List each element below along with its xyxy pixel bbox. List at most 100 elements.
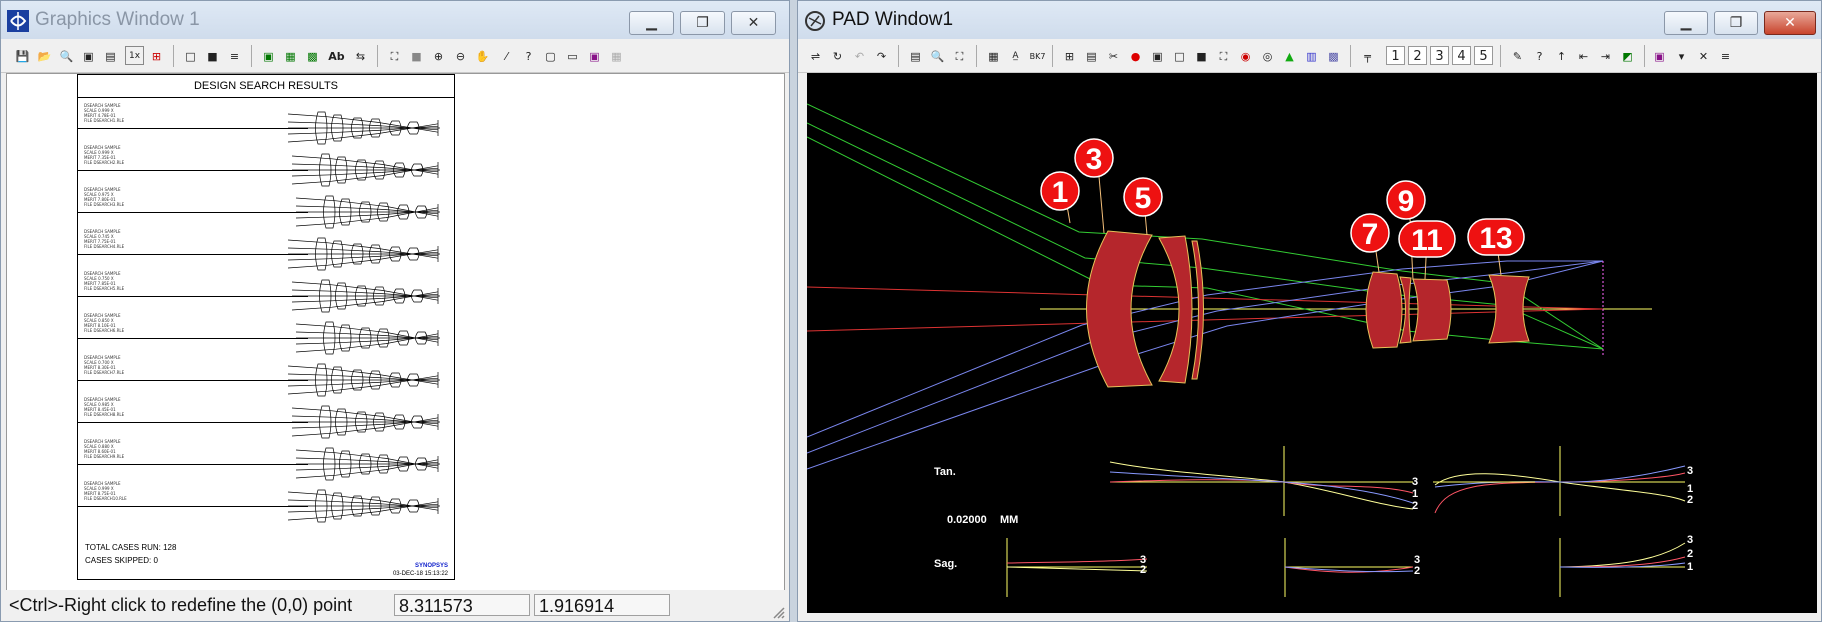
target-icon[interactable]: ◎ — [1258, 46, 1277, 65]
window-icon[interactable]: ▭ — [563, 46, 582, 65]
black-box-icon[interactable]: ■ — [203, 46, 222, 65]
text-icon[interactable]: Ab — [327, 46, 346, 65]
maximize-icon: ❐ — [1729, 15, 1743, 31]
record-icon[interactable]: ◉ — [1236, 46, 1255, 65]
arrow-left-end-icon[interactable]: ⇤ — [1574, 46, 1593, 65]
pad-window-titlebar[interactable]: PAD Window1 ▁ ❐ ✕ — [798, 1, 1821, 39]
lines-icon[interactable]: ≡ — [225, 46, 244, 65]
maximize-button[interactable]: ❐ — [1714, 11, 1758, 35]
white-box-icon[interactable]: □ — [1170, 46, 1189, 65]
surface-label-13: 13 — [1479, 222, 1512, 255]
minimize-button[interactable]: ▁ — [629, 11, 674, 35]
zoom-in-icon[interactable]: ⊕ — [429, 46, 448, 65]
photo-icon[interactable]: ▣ — [259, 46, 278, 65]
lens-thumbnail — [287, 237, 440, 271]
redo-icon[interactable]: ↷ — [872, 46, 891, 65]
view-1-button[interactable]: 1 — [1386, 46, 1405, 65]
table-icon[interactable]: ▤ — [1082, 46, 1101, 65]
maximize-button[interactable]: ❐ — [680, 11, 725, 35]
rotate-icon[interactable]: ↻ — [828, 46, 847, 65]
surface-label-7: 7 — [1362, 218, 1379, 251]
arrow-up-icon[interactable]: ↑ — [1552, 46, 1571, 65]
graphics-window: Graphics Window 1 ▁ ❐ ✕ 💾 📂 🔍 ▣ ▤ 1x ⊞ □… — [0, 0, 790, 622]
save-icon[interactable]: 💾 — [13, 46, 32, 65]
lens-element-11 — [1412, 278, 1452, 342]
cross-icon[interactable]: ✕ — [1694, 46, 1713, 65]
graphics-canvas[interactable]: DESIGN SEARCH RESULTS DSEARCH SAMPLE SCAL… — [6, 73, 785, 591]
close-icon: ✕ — [1784, 15, 1796, 31]
svg-text:2: 2 — [1414, 565, 1420, 577]
settings-sliders-icon[interactable]: ⇌ — [806, 46, 825, 65]
tan-curve-labels: 3 1 2 3 1 2 — [1412, 465, 1693, 512]
open-icon[interactable]: 📂 — [35, 46, 54, 65]
lens-thumbnail — [295, 447, 440, 481]
wand-icon[interactable]: ⁄ — [497, 46, 516, 65]
pencil-icon[interactable]: ✎ — [1508, 46, 1527, 65]
ruler-icon[interactable]: ╤ — [1358, 46, 1377, 65]
zoom-icon[interactable]: 🔍 — [57, 46, 76, 65]
timestamp: 03-DEC-18 15:13:22 — [392, 571, 448, 577]
print-icon[interactable]: ▣ — [79, 46, 98, 65]
preview-icon[interactable]: ▤ — [101, 46, 120, 65]
resize-grip[interactable] — [771, 604, 785, 619]
scale-unit: MM — [1000, 514, 1018, 526]
view-3-button[interactable]: 3 — [1430, 46, 1449, 65]
menu-icon[interactable]: ≡ — [1716, 46, 1735, 65]
maximize-icon: ❐ — [696, 15, 709, 31]
help-icon[interactable]: ? — [519, 46, 538, 65]
gray-box-icon[interactable]: ■ — [407, 46, 426, 65]
filter-icon[interactable]: ▾ — [1672, 46, 1691, 65]
arrow-right-end-icon[interactable]: ⇥ — [1596, 46, 1615, 65]
graphics-window-titlebar[interactable]: Graphics Window 1 ▁ ❐ ✕ — [1, 1, 789, 39]
view-2-button[interactable]: 2 — [1408, 46, 1427, 65]
paste-icon[interactable]: ▣ — [585, 46, 604, 65]
glass-icon[interactable]: BK7 — [1028, 46, 1047, 65]
app-icon — [7, 10, 29, 32]
pad-canvas[interactable]: 1 3 5 7 9 11 13 Tan. Sag. 0.02000 MM 3 1… — [806, 73, 1817, 613]
ray-blue — [806, 260, 1603, 438]
table-icon[interactable]: ▦ — [984, 46, 1003, 65]
brand-logo: SYNOPSYS — [414, 563, 448, 569]
magnify-icon[interactable]: 🔍 — [928, 46, 947, 65]
black-box-icon[interactable]: ■ — [1192, 46, 1211, 65]
fit-icon[interactable]: ⛶ — [385, 46, 404, 65]
fit-icon[interactable]: ⛶ — [1214, 46, 1233, 65]
help-icon[interactable]: ? — [1530, 46, 1549, 65]
surface-label-11: 11 — [1411, 224, 1443, 257]
window-icon[interactable]: ▣ — [1650, 46, 1669, 65]
bars-icon[interactable]: ▥ — [1302, 46, 1321, 65]
abc-icon[interactable]: A̲ — [1006, 46, 1025, 65]
scissors-icon[interactable]: ✂ — [1104, 46, 1123, 65]
chart-icon[interactable]: ▩ — [303, 46, 322, 65]
minimize-button[interactable]: ▁ — [1664, 11, 1708, 35]
frame-icon[interactable]: ▢ — [541, 46, 560, 65]
white-box-icon[interactable]: □ — [181, 46, 200, 65]
color-icon[interactable]: ▲ — [1280, 46, 1299, 65]
scale-value: 0.02000 — [947, 514, 987, 526]
pattern-icon[interactable]: ▩ — [1324, 46, 1343, 65]
scale-1x-icon[interactable]: 1x — [125, 46, 144, 65]
window-title: Graphics Window 1 — [35, 9, 200, 30]
view-4-button[interactable]: 4 — [1452, 46, 1471, 65]
lens-thumbnail — [295, 321, 440, 355]
print-icon[interactable]: ▤ — [906, 46, 925, 65]
grid-icon[interactable]: ⊞ — [147, 46, 166, 65]
photo-icon[interactable]: ▣ — [1148, 46, 1167, 65]
grid-icon[interactable]: ⊞ — [1060, 46, 1079, 65]
tan-plots — [1109, 446, 1686, 516]
total-cases: TOTAL CASES RUN: 128 — [85, 543, 177, 552]
svg-text:2: 2 — [1687, 548, 1693, 560]
close-button[interactable]: ✕ — [1764, 11, 1816, 35]
graph-icon[interactable]: ◩ — [1618, 46, 1637, 65]
dots-icon[interactable]: ● — [1126, 46, 1145, 65]
pan-icon[interactable]: ✋ — [473, 46, 492, 65]
undo-icon[interactable]: ↶ — [850, 46, 869, 65]
view-5-button[interactable]: 5 — [1474, 46, 1493, 65]
close-button[interactable]: ✕ — [731, 11, 776, 35]
minimize-icon: ▁ — [1680, 15, 1692, 31]
zoom-out-icon[interactable]: ⊖ — [451, 46, 470, 65]
chart-icon[interactable]: ▦ — [281, 46, 300, 65]
status-hint: <Ctrl>-Right click to redefine the (0,0)… — [9, 595, 353, 615]
fit-icon[interactable]: ⛶ — [950, 46, 969, 65]
arrows-icon[interactable]: ⇆ — [351, 46, 370, 65]
